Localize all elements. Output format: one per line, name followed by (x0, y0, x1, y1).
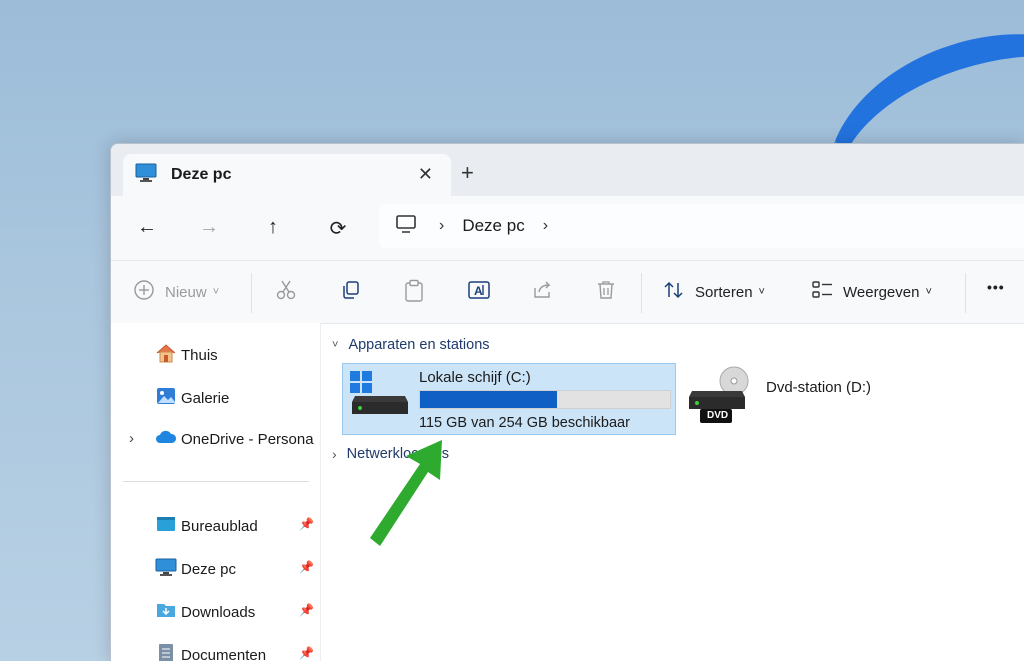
paste-button[interactable] (403, 279, 425, 307)
navigation-bar: ← → ↑ ⟳ › Deze pc › (111, 196, 1024, 260)
back-arrow-icon[interactable]: ← (135, 216, 159, 239)
new-tab-button[interactable]: + (461, 160, 474, 186)
file-explorer-window: Deze pc ✕ + ← → ↑ ⟳ › Deze pc › Nieuw ˅ (110, 143, 1024, 661)
view-button[interactable]: Weergeven ˅ (811, 279, 932, 305)
sidebar-item-label: OneDrive - Persona (181, 430, 314, 448)
chevron-right-icon[interactable]: › (439, 217, 444, 235)
home-icon (155, 343, 177, 367)
delete-button[interactable] (595, 279, 617, 305)
tab-bar: Deze pc ✕ + (111, 144, 1024, 196)
drive-name: Lokale schijf (C:) (419, 369, 531, 386)
desktop-folder-icon (155, 514, 177, 538)
sidebar-item-label: Thuis (181, 346, 218, 364)
sidebar-item-bureaublad[interactable]: Bureaublad (155, 514, 258, 538)
close-icon[interactable]: ✕ (418, 164, 433, 185)
new-button-label: Nieuw (165, 283, 207, 301)
trash-icon (595, 279, 617, 305)
expand-chevron-icon[interactable]: › (129, 430, 134, 447)
view-button-label: Weergeven (843, 283, 920, 301)
toolbar-divider (251, 273, 252, 313)
dvd-drive-icon (688, 365, 750, 434)
command-bar: Nieuw ˅ A Sorteren ˅ Weergeven ˅ ••• (111, 260, 1024, 324)
cut-button[interactable] (275, 279, 297, 305)
drive-tile-c[interactable]: Lokale schijf (C:) 115 GB van 254 GB bes… (342, 363, 676, 435)
sort-button-label: Sorteren (695, 283, 753, 301)
sidebar-item-label: Downloads (181, 603, 256, 621)
share-button[interactable] (531, 279, 553, 305)
tab-title: Deze pc (171, 166, 232, 183)
group-title: Apparaten en stations (348, 337, 490, 353)
chevron-right-icon[interactable]: › (543, 217, 548, 235)
sort-button[interactable]: Sorteren ˅ (663, 279, 765, 305)
clipboard-icon (403, 279, 425, 307)
drive-free-space: 115 GB van 254 GB beschikbaar (419, 415, 630, 431)
dvd-badge: DVD (707, 410, 729, 421)
rename-icon: A (467, 279, 491, 305)
sidebar-item-onedrive[interactable]: OneDrive - Persona (155, 429, 314, 449)
chevron-down-icon: ˅ (925, 286, 932, 298)
sidebar-divider (123, 481, 309, 482)
gallery-icon (155, 386, 177, 410)
onedrive-icon (155, 429, 177, 449)
scissors-icon (275, 279, 297, 305)
pin-icon[interactable]: 📌 (299, 646, 314, 660)
rename-button[interactable]: A (467, 279, 491, 305)
group-header-devices[interactable]: ˅ Apparaten en stations (332, 337, 490, 353)
drive-name: Dvd-station (D:) (766, 379, 872, 396)
sidebar-item-thuis[interactable]: Thuis (155, 343, 218, 367)
copy-button[interactable] (340, 279, 362, 305)
drive-usage-fill (420, 391, 557, 408)
drive-tile-d[interactable]: DVD Dvd-station (D:) (688, 365, 908, 429)
view-list-icon (811, 279, 835, 305)
more-options-button[interactable]: ••• (987, 279, 1005, 295)
up-arrow-icon[interactable]: ↑ (261, 216, 285, 239)
green-arrow-annotation (370, 440, 442, 546)
chevron-down-icon: ˅ (332, 339, 339, 351)
svg-text:A: A (474, 284, 483, 298)
plus-circle-icon (133, 279, 155, 305)
copy-icon (340, 279, 362, 305)
downloads-folder-icon (155, 600, 177, 624)
hard-drive-icon (351, 394, 409, 421)
sort-arrows-icon (663, 279, 685, 305)
sidebar-item-label: Bureaublad (181, 517, 258, 535)
forward-arrow-icon[interactable]: → (197, 216, 221, 239)
new-button[interactable]: Nieuw ˅ (133, 279, 219, 305)
sidebar-item-galerie[interactable]: Galerie (155, 386, 229, 410)
sidebar-item-label: Deze pc (181, 560, 237, 578)
sidebar-item-label: Documenten (181, 646, 267, 661)
sidebar-item-documenten[interactable]: Documenten (155, 643, 266, 661)
drive-usage-bar (419, 390, 671, 409)
monitor-outline-icon (395, 214, 417, 239)
refresh-icon[interactable]: ⟳ (326, 216, 350, 241)
share-icon (531, 279, 553, 305)
pin-icon[interactable]: 📌 (299, 603, 314, 617)
sidebar-item-downloads[interactable]: Downloads (155, 600, 255, 624)
navigation-pane: Thuis Galerie › OneDrive - Persona Burea… (111, 323, 321, 661)
chevron-down-icon: ˅ (758, 286, 765, 298)
pin-icon[interactable]: 📌 (299, 517, 314, 531)
breadcrumb-deze-pc[interactable]: Deze pc (462, 216, 524, 236)
chevron-down-icon: ˅ (212, 286, 220, 298)
explorer-body: Thuis Galerie › OneDrive - Persona Burea… (111, 323, 1024, 661)
documents-icon (155, 643, 177, 661)
monitor-icon (155, 557, 177, 581)
chevron-right-icon: › (332, 446, 337, 462)
tab-deze-pc[interactable]: Deze pc ✕ (123, 154, 451, 196)
monitor-icon (135, 163, 157, 188)
sidebar-item-deze-pc[interactable]: Deze pc (155, 557, 236, 581)
sidebar-item-label: Galerie (181, 389, 230, 407)
toolbar-divider (641, 273, 642, 313)
address-bar[interactable]: › Deze pc › (379, 204, 1024, 248)
toolbar-divider (965, 273, 966, 313)
pin-icon[interactable]: 📌 (299, 560, 314, 574)
